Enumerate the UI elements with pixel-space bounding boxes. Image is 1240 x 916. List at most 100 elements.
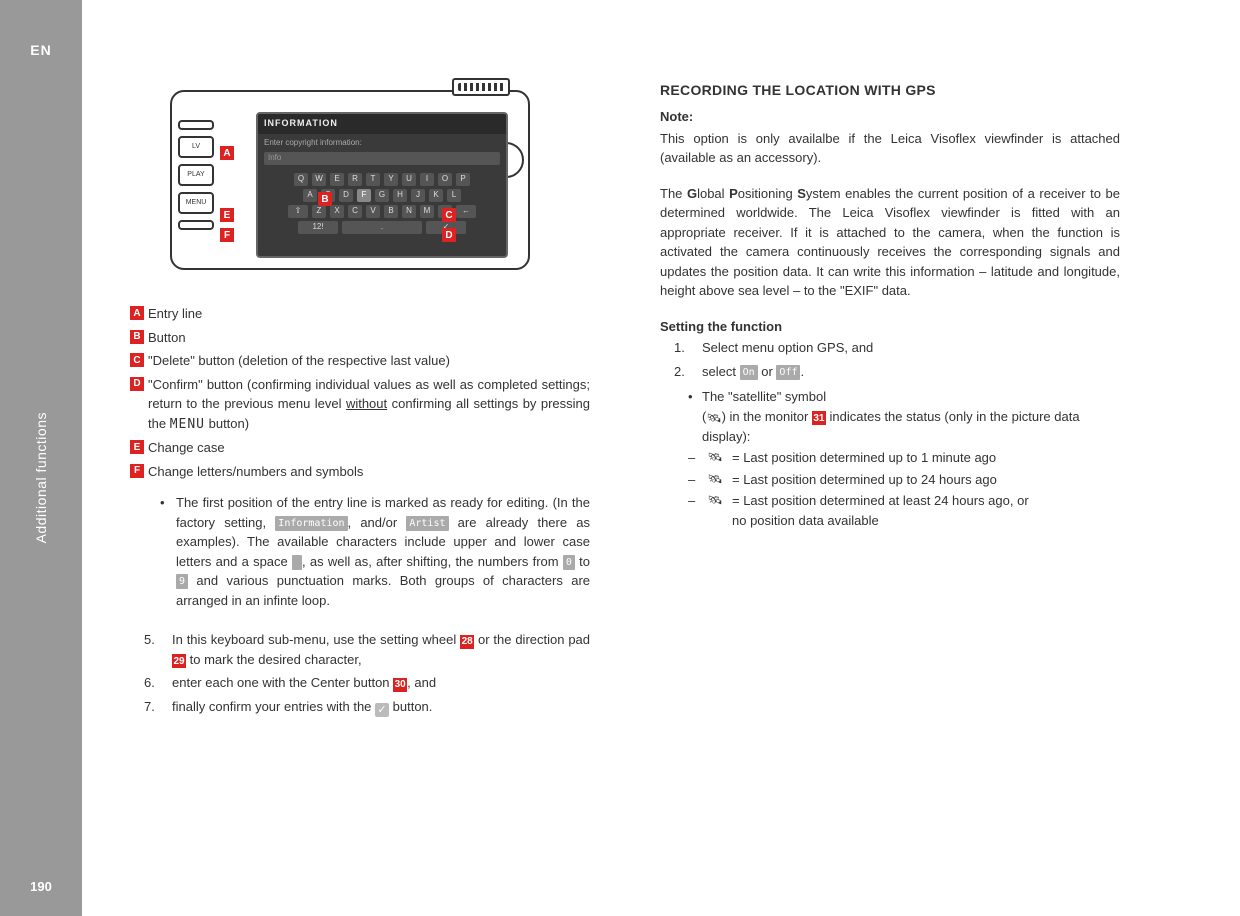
- key-delete: ←: [456, 205, 476, 218]
- key: R: [348, 173, 362, 186]
- legend-text: Entry line: [148, 304, 590, 324]
- figure-legend: A Entry line B Button C "Delete" button …: [130, 304, 590, 481]
- key: V: [366, 205, 380, 218]
- section-heading: RECORDING THE LOCATION WITH GPS: [660, 80, 1120, 101]
- satellite-icon: 🛰: [706, 491, 724, 530]
- text: , and/or: [348, 515, 407, 530]
- ref-28: 28: [460, 635, 474, 649]
- legend-text: "Confirm" button (confirming individual …: [148, 375, 590, 435]
- step-item: 5. In this keyboard sub-menu, use the se…: [144, 630, 590, 669]
- legend-item: D "Confirm" button (confirming individua…: [130, 375, 590, 435]
- dash: –: [688, 491, 698, 530]
- key: J: [411, 189, 425, 202]
- key-space: .: [342, 221, 422, 234]
- dash: –: [688, 448, 698, 468]
- camera-outline: L V PLAY MENU INFORMATION Enter copyright…: [170, 90, 530, 270]
- page-content: L V PLAY MENU INFORMATION Enter copyright…: [130, 80, 1190, 721]
- legend-text: Change letters/numbers and symbols: [148, 462, 590, 482]
- key-highlighted: F: [357, 189, 371, 202]
- bold: G: [687, 186, 697, 201]
- check-icon: ✓: [375, 703, 389, 717]
- text: select: [702, 364, 740, 379]
- legend-text: Change case: [148, 438, 590, 458]
- text: finally confirm your entries with the: [172, 699, 375, 714]
- key: T: [366, 173, 380, 186]
- legend-marker: A: [130, 306, 144, 320]
- bullet-list: The first position of the entry line is …: [160, 493, 590, 610]
- key: I: [420, 173, 434, 186]
- key: X: [330, 205, 344, 218]
- text: The "satellite" symbol: [702, 389, 826, 404]
- steps-list: 5. In this keyboard sub-menu, use the se…: [144, 630, 590, 717]
- language-code: EN: [30, 42, 51, 58]
- key: O: [438, 173, 452, 186]
- side-button-menu: MENU: [178, 192, 214, 214]
- text: enter each one with the Center button: [172, 675, 393, 690]
- lcd-input: Info: [264, 152, 500, 165]
- text: = Last position determined up to 24 hour…: [732, 470, 997, 490]
- key-mode: 12!: [298, 221, 338, 234]
- callout-C: C: [442, 208, 456, 222]
- key: L: [447, 189, 461, 202]
- list-item: – 🛰 = Last position determined at least …: [688, 491, 1120, 530]
- satellite-icon: 🛰: [706, 448, 724, 468]
- kbd-row: Q W E R T Y U I O P: [262, 173, 502, 186]
- step-body: select On or Off.: [702, 362, 1120, 382]
- step-item: 2. select On or Off.: [674, 362, 1120, 382]
- text: = Last position determined up to 1 minut…: [732, 448, 996, 468]
- step-number: 5.: [144, 630, 158, 669]
- legend-marker: B: [130, 330, 144, 344]
- step-body: In this keyboard sub-menu, use the setti…: [172, 630, 590, 669]
- side-button: [178, 220, 214, 230]
- text: no position data available: [732, 513, 879, 528]
- chip-on: On: [740, 365, 758, 380]
- step-body: Select menu option GPS, and: [702, 338, 1120, 358]
- key: U: [402, 173, 416, 186]
- callout-E: E: [220, 208, 234, 222]
- callout-B: B: [318, 192, 332, 206]
- text: ) in the monitor: [722, 409, 812, 424]
- text: ositioning: [738, 186, 797, 201]
- text: button): [205, 416, 249, 431]
- satellite-icon: 🛰: [706, 470, 724, 490]
- legend-marker: C: [130, 353, 144, 367]
- step-number: 2.: [674, 362, 688, 382]
- keyboard: Q W E R T Y U I O P A: [258, 168, 506, 239]
- text: and various punctuation marks. Both grou…: [176, 573, 590, 608]
- step-item: 6. enter each one with the Center button…: [144, 673, 590, 693]
- lcd-subtitle: Enter copyright information:: [258, 134, 506, 151]
- satellite-icon: 🛰: [706, 409, 721, 427]
- legend-text: Button: [148, 328, 590, 348]
- lcd-screen: INFORMATION Enter copyright information:…: [256, 112, 508, 258]
- legend-marker: F: [130, 464, 144, 478]
- callout-F: F: [220, 228, 234, 242]
- ref-30: 30: [393, 678, 407, 692]
- viewfinder-icon: [452, 78, 510, 96]
- legend-item: C "Delete" button (deletion of the respe…: [130, 351, 590, 371]
- step-number: 6.: [144, 673, 158, 693]
- lcd-title: INFORMATION: [258, 114, 506, 134]
- key: A: [303, 189, 317, 202]
- section-title: Additional functions: [33, 412, 49, 543]
- text: In this keyboard sub-menu, use the setti…: [172, 632, 460, 647]
- key: P: [456, 173, 470, 186]
- legend-item: A Entry line: [130, 304, 590, 324]
- key: Q: [294, 173, 308, 186]
- callout-A: A: [220, 146, 234, 160]
- step-number: 1.: [674, 338, 688, 358]
- callout-D: D: [442, 228, 456, 242]
- text: to: [575, 554, 590, 569]
- side-button-play: PLAY: [178, 164, 214, 186]
- ref-29: 29: [172, 654, 186, 668]
- rail-page-block: 190: [0, 856, 82, 916]
- chip-off: Off: [776, 365, 800, 380]
- chip-information: Information: [275, 516, 347, 531]
- text: or: [758, 364, 777, 379]
- key: K: [429, 189, 443, 202]
- bold: S: [797, 186, 806, 201]
- ref-31: 31: [812, 411, 826, 425]
- step-body: enter each one with the Center button 30…: [172, 673, 590, 693]
- text: to mark the desired character,: [186, 652, 362, 667]
- legend-marker: D: [130, 377, 144, 391]
- kbd-row: ⇧ Z X C V B N M - ←: [262, 205, 502, 218]
